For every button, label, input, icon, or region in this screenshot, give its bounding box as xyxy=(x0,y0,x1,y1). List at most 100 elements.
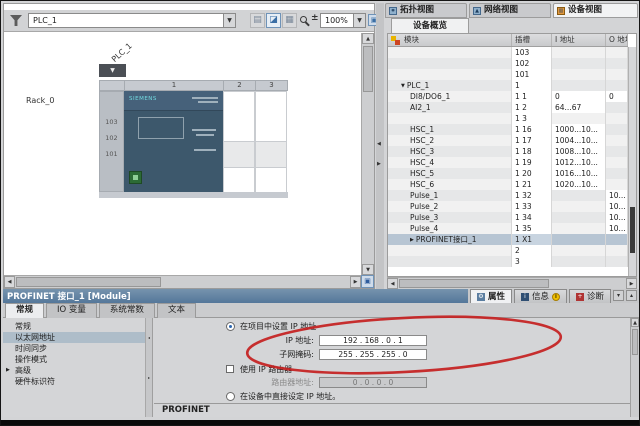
nav-item-time-sync[interactable]: 时间同步 xyxy=(3,343,146,354)
q-address-cell[interactable]: 10... xyxy=(606,223,628,234)
slot-cell[interactable]: 101 xyxy=(512,69,552,80)
slot-cell[interactable]: 102 xyxy=(512,58,552,69)
tab-info[interactable]: i 信息 i xyxy=(514,289,567,303)
collapse-pane-icon[interactable]: ▾ xyxy=(613,290,624,301)
q-address-cell[interactable]: 0 xyxy=(606,91,628,102)
table-hscrollbar[interactable]: ◀ ▶ xyxy=(387,277,637,289)
tab-diagnostics[interactable]: + 诊断 xyxy=(569,289,611,303)
column-header-i-address[interactable]: I 地址 xyxy=(552,34,606,46)
slot-cell[interactable]: 1 X1 xyxy=(512,234,552,245)
collapse-right-icon[interactable]: ▶ xyxy=(377,161,381,167)
q-address-cell[interactable] xyxy=(606,168,628,179)
vscroll-thumb[interactable] xyxy=(363,46,373,92)
device-view-hscrollbar[interactable]: ◀ ▶ xyxy=(4,275,361,288)
tab-system-constants[interactable]: 系统常数 xyxy=(99,303,155,318)
slot-cell[interactable]: 1 34 xyxy=(512,212,552,223)
table-row[interactable]: HSC_41 191012...10... xyxy=(388,157,628,168)
scroll-right-icon[interactable]: ▶ xyxy=(350,276,361,288)
rack-slot-cell[interactable] xyxy=(255,91,287,142)
q-address-cell[interactable] xyxy=(606,58,628,69)
grid-view-button[interactable]: ▦ xyxy=(282,13,297,28)
i-address-cell[interactable]: 1008...10... xyxy=(552,146,606,157)
q-address-cell[interactable] xyxy=(606,124,628,135)
pane-splitter[interactable]: ◀ ▶ xyxy=(376,3,384,289)
zoom-plus-minus-icon[interactable]: ± xyxy=(311,13,319,23)
nav-item-ethernet-addresses[interactable]: 以太网地址 xyxy=(3,332,146,343)
slot-cell[interactable]: 1 33 xyxy=(512,201,552,212)
i-address-cell[interactable]: 1016...10... xyxy=(552,168,606,179)
slot-cell[interactable]: 3 xyxy=(512,256,552,267)
fit-page-icon[interactable]: ▣ xyxy=(361,275,374,288)
q-address-cell[interactable]: 10... xyxy=(606,190,628,201)
table-row[interactable]: HSC_21 171004...10... xyxy=(388,135,628,146)
slot-cell[interactable]: 1 xyxy=(512,80,552,91)
table-row[interactable]: HSC_11 161000...10... xyxy=(388,124,628,135)
slot-cell[interactable]: 1 35 xyxy=(512,223,552,234)
slot-cell[interactable]: 1 16 xyxy=(512,124,552,135)
tab-io-tags[interactable]: IO 变量 xyxy=(46,303,97,318)
q-address-cell[interactable] xyxy=(606,245,628,256)
expand-pane-icon[interactable]: ▴ xyxy=(626,290,637,301)
table-row[interactable]: ▶PROFINET接口_11 X1 xyxy=(388,234,628,245)
i-address-cell[interactable] xyxy=(552,80,606,91)
q-address-cell[interactable] xyxy=(606,135,628,146)
slot-cell[interactable]: 2 xyxy=(512,245,552,256)
q-address-cell[interactable] xyxy=(606,146,628,157)
table-row[interactable]: DI8/DO6_11 100 xyxy=(388,91,628,102)
zoom-level-combo[interactable]: 100% ▼ xyxy=(320,13,366,28)
tab-general[interactable]: 常规 xyxy=(5,303,44,318)
nav-item-general[interactable]: 常规 xyxy=(3,321,146,332)
q-address-cell[interactable] xyxy=(606,157,628,168)
module-labels-button[interactable]: ◪ xyxy=(266,13,281,28)
rack-slot-cell[interactable] xyxy=(223,141,255,168)
rack-slot-cell[interactable] xyxy=(255,167,287,193)
tab-texts[interactable]: 文本 xyxy=(157,303,196,318)
i-address-cell[interactable] xyxy=(552,201,606,212)
table-row[interactable]: Pulse_41 3510... xyxy=(388,223,628,234)
i-address-cell[interactable]: 1012...10... xyxy=(552,157,606,168)
q-address-cell[interactable] xyxy=(606,179,628,190)
scroll-left-icon[interactable]: ◀ xyxy=(387,278,398,289)
i-address-cell[interactable] xyxy=(552,58,606,69)
q-address-cell[interactable] xyxy=(606,80,628,91)
q-address-cell[interactable]: 10... xyxy=(606,212,628,223)
i-address-cell[interactable] xyxy=(552,245,606,256)
scroll-down-icon[interactable]: ▼ xyxy=(362,264,374,275)
table-row[interactable]: HSC_51 201016...10... xyxy=(388,168,628,179)
profinet-port-icon[interactable] xyxy=(129,171,142,184)
expand-icon[interactable]: ▶ xyxy=(6,365,10,376)
plc-module[interactable]: SIEMENS xyxy=(124,91,224,192)
table-row[interactable]: 101 xyxy=(388,69,628,80)
tab-properties[interactable]: ⚙ 属性 xyxy=(470,289,512,303)
device-view-vscrollbar[interactable]: ▲ ▼ xyxy=(361,33,374,275)
q-address-cell[interactable] xyxy=(606,256,628,267)
nav-item-operating-mode[interactable]: 操作模式 xyxy=(3,354,146,365)
i-address-cell[interactable] xyxy=(552,190,606,201)
slot-cell[interactable]: 1 18 xyxy=(512,146,552,157)
ip-address-field[interactable]: 192 . 168 . 0 . 1 xyxy=(319,335,427,346)
table-row[interactable]: 3 xyxy=(388,256,628,267)
tab-device-overview[interactable]: 设备概览 xyxy=(391,18,469,33)
slot-cell[interactable]: 1 2 xyxy=(512,102,552,113)
subnet-mask-field[interactable]: 255 . 255 . 255 . 0 xyxy=(319,349,427,360)
i-address-cell[interactable]: 0 xyxy=(552,91,606,102)
zoom-icon[interactable] xyxy=(300,16,307,23)
q-address-cell[interactable] xyxy=(606,69,628,80)
scroll-left-icon[interactable]: ◀ xyxy=(4,276,15,288)
collapse-left-icon[interactable]: ◀ xyxy=(377,141,381,147)
i-address-cell[interactable] xyxy=(552,47,606,58)
i-address-cell[interactable] xyxy=(552,212,606,223)
i-address-cell[interactable] xyxy=(552,223,606,234)
i-address-cell[interactable]: 1000...10... xyxy=(552,124,606,135)
vscroll-thumb[interactable] xyxy=(632,329,638,355)
slot-cell[interactable]: 1 20 xyxy=(512,168,552,179)
nav-item-hardware-identifier[interactable]: 硬件标识符 xyxy=(3,376,146,387)
rack-slot-cell[interactable] xyxy=(223,91,255,142)
table-row[interactable]: HSC_31 181008...10... xyxy=(388,146,628,157)
table-row[interactable]: HSC_61 211020...10... xyxy=(388,179,628,190)
i-address-cell[interactable]: 1020...10... xyxy=(552,179,606,190)
q-address-cell[interactable] xyxy=(606,113,628,124)
i-address-cell[interactable]: 1004...10... xyxy=(552,135,606,146)
chevron-down-icon[interactable]: ▼ xyxy=(223,14,235,27)
plc-diagonal-tag[interactable]: PLC_1 xyxy=(110,41,134,64)
